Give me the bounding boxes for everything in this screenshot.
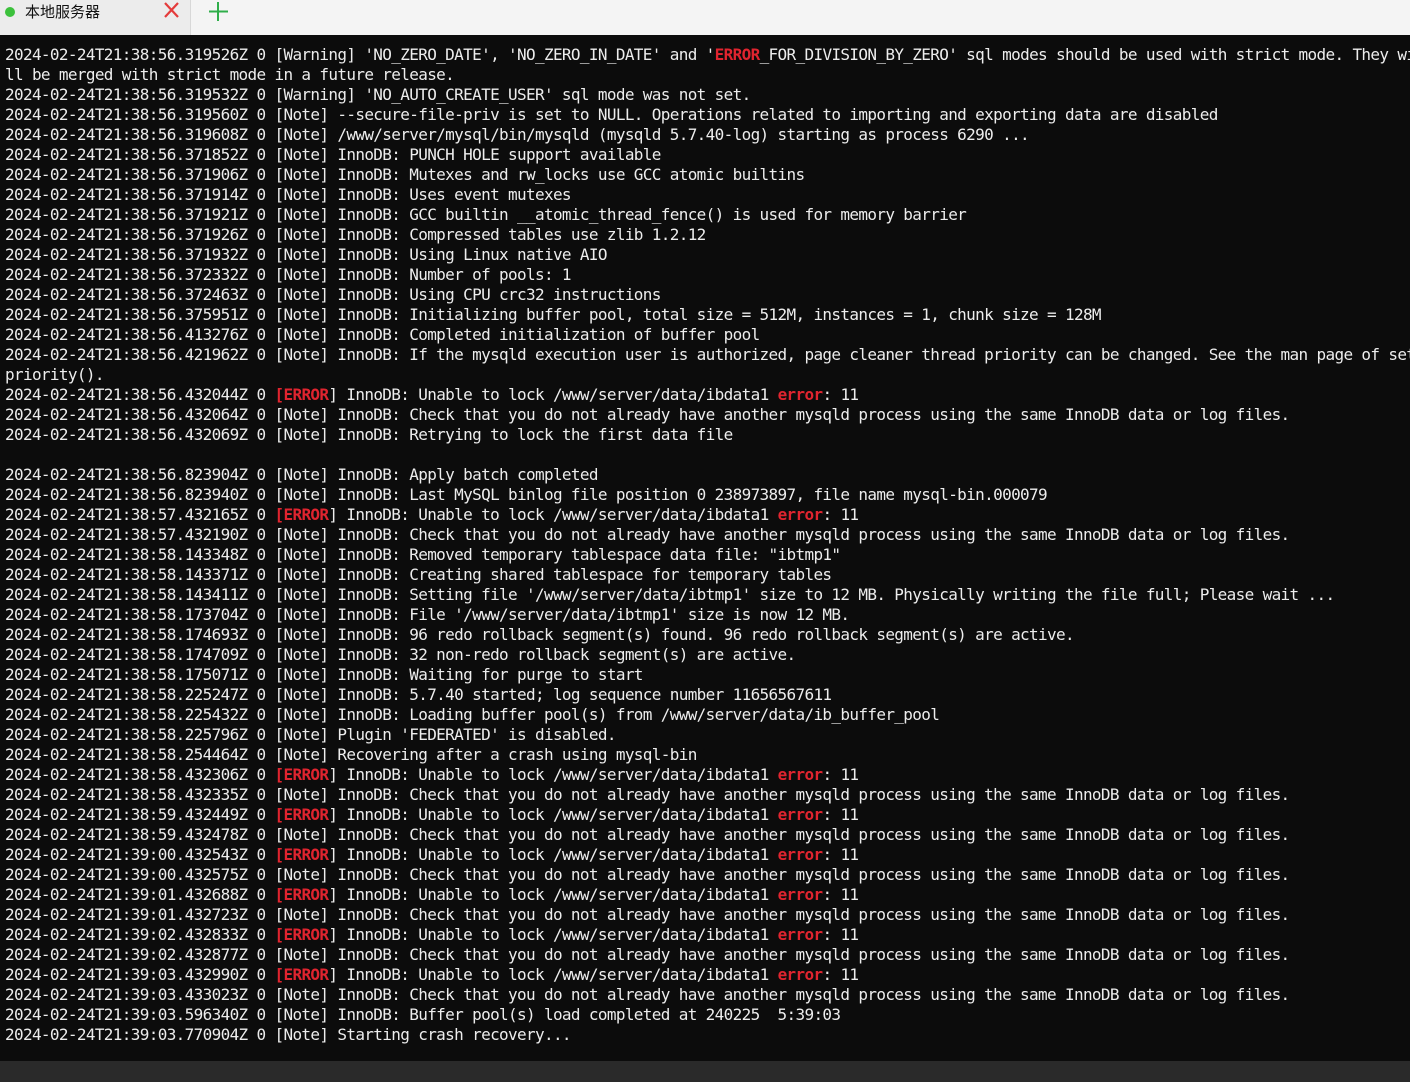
log-line: 2024-02-24T21:39:03.770904Z 0 [Note] Sta… <box>5 1025 572 1044</box>
log-line: 2024-02-24T21:38:58.432306Z 0 [ERROR] In… <box>5 765 859 784</box>
log-line: 2024-02-24T21:38:57.432190Z 0 [Note] Inn… <box>5 525 1290 544</box>
log-line: 2024-02-24T21:38:56.319526Z 0 [Warning] … <box>5 45 1410 64</box>
error-keyword: ERROR <box>714 45 761 64</box>
error-keyword: error <box>777 805 824 824</box>
error-keyword: error <box>777 965 824 984</box>
log-line: 2024-02-24T21:38:56.372332Z 0 [Note] Inn… <box>5 265 572 284</box>
log-line: 2024-02-24T21:38:58.173704Z 0 [Note] Inn… <box>5 605 850 624</box>
error-keyword: [ERROR <box>274 965 330 984</box>
error-keyword: [ERROR <box>274 505 330 524</box>
log-line: 2024-02-24T21:38:57.432165Z 0 [ERROR] In… <box>5 505 859 524</box>
log-line: 2024-02-24T21:38:58.143411Z 0 [Note] Inn… <box>5 585 1335 604</box>
error-keyword: error <box>777 385 824 404</box>
log-line: 2024-02-24T21:38:56.371906Z 0 [Note] Inn… <box>5 165 805 184</box>
connection-status-icon <box>5 7 15 17</box>
log-line: 2024-02-24T21:38:59.432449Z 0 [ERROR] In… <box>5 805 859 824</box>
log-line: 2024-02-24T21:39:01.432688Z 0 [ERROR] In… <box>5 885 859 904</box>
log-line: 2024-02-24T21:38:56.371914Z 0 [Note] Inn… <box>5 185 572 204</box>
log-line: 2024-02-24T21:38:56.371852Z 0 [Note] Inn… <box>5 145 661 164</box>
log-line: 2024-02-24T21:38:58.143348Z 0 [Note] Inn… <box>5 545 841 564</box>
log-line: 2024-02-24T21:38:56.371926Z 0 [Note] Inn… <box>5 225 706 244</box>
log-line: 2024-02-24T21:38:56.372463Z 0 [Note] Inn… <box>5 285 661 304</box>
log-line: 2024-02-24T21:38:56.432044Z 0 [ERROR] In… <box>5 385 859 404</box>
log-line: 2024-02-24T21:38:56.319608Z 0 [Note] /ww… <box>5 125 1030 144</box>
log-line: 2024-02-24T21:38:58.225247Z 0 [Note] Inn… <box>5 685 832 704</box>
log-line: 2024-02-24T21:38:56.432064Z 0 [Note] Inn… <box>5 405 1290 424</box>
log-line: 2024-02-24T21:38:58.432335Z 0 [Note] Inn… <box>5 785 1290 804</box>
error-keyword: error <box>777 885 824 904</box>
log-line: 2024-02-24T21:38:56.823940Z 0 [Note] Inn… <box>5 485 1048 504</box>
error-keyword: error <box>777 845 824 864</box>
log-line: 2024-02-24T21:38:59.432478Z 0 [Note] Inn… <box>5 825 1290 844</box>
log-line: 2024-02-24T21:38:56.823904Z 0 [Note] Inn… <box>5 465 599 484</box>
error-keyword: [ERROR <box>274 925 330 944</box>
log-line: 2024-02-24T21:38:56.371921Z 0 [Note] Inn… <box>5 205 967 224</box>
log-line: ll be merged with strict mode in a futur… <box>5 65 455 84</box>
log-line: 2024-02-24T21:38:56.375951Z 0 [Note] Inn… <box>5 305 1102 324</box>
log-line: 2024-02-24T21:38:56.371932Z 0 [Note] Inn… <box>5 245 608 264</box>
log-line: 2024-02-24T21:38:58.225432Z 0 [Note] Inn… <box>5 705 940 724</box>
log-line: 2024-02-24T21:39:03.433023Z 0 [Note] Inn… <box>5 985 1290 1004</box>
log-line: 2024-02-24T21:38:56.413276Z 0 [Note] Inn… <box>5 325 760 344</box>
log-line: 2024-02-24T21:38:56.421962Z 0 [Note] Inn… <box>5 345 1410 364</box>
log-line: 2024-02-24T21:38:58.175071Z 0 [Note] Inn… <box>5 665 643 684</box>
log-lines: 2024-02-24T21:38:56.319526Z 0 [Warning] … <box>5 45 1410 1045</box>
log-line: 2024-02-24T21:38:58.225796Z 0 [Note] Plu… <box>5 725 616 744</box>
log-line: 2024-02-24T21:39:03.432990Z 0 [ERROR] In… <box>5 965 859 984</box>
tab-local-server[interactable]: 本地服务器 <box>0 0 191 35</box>
log-line: priority(). <box>5 365 104 384</box>
error-keyword: [ERROR <box>274 765 330 784</box>
error-keyword: [ERROR <box>274 845 330 864</box>
plus-icon[interactable] <box>206 0 230 24</box>
tab-bar: 本地服务器 <box>0 0 1410 35</box>
error-keyword: [ERROR <box>274 385 330 404</box>
terminal-bottom-border <box>0 1061 1410 1082</box>
tab-label: 本地服务器 <box>25 3 101 21</box>
log-line: 2024-02-24T21:38:56.432069Z 0 [Note] Inn… <box>5 425 733 444</box>
error-keyword: [ERROR <box>274 885 330 904</box>
error-keyword: error <box>777 505 824 524</box>
error-keyword: error <box>777 925 824 944</box>
log-line: 2024-02-24T21:39:02.432877Z 0 [Note] Inn… <box>5 945 1290 964</box>
log-line: 2024-02-24T21:39:02.432833Z 0 [ERROR] In… <box>5 925 859 944</box>
log-line: 2024-02-24T21:39:00.432543Z 0 [ERROR] In… <box>5 845 859 864</box>
close-icon[interactable] <box>161 0 183 22</box>
error-keyword: error <box>777 765 824 784</box>
terminal-output[interactable]: 2024-02-24T21:38:56.319526Z 0 [Warning] … <box>0 35 1410 1061</box>
log-line: 2024-02-24T21:38:58.254464Z 0 [Note] Rec… <box>5 745 697 764</box>
log-line: 2024-02-24T21:38:58.143371Z 0 [Note] Inn… <box>5 565 832 584</box>
log-line: 2024-02-24T21:38:58.174693Z 0 [Note] Inn… <box>5 625 1075 644</box>
log-line: 2024-02-24T21:38:58.174709Z 0 [Note] Inn… <box>5 645 796 664</box>
log-line: 2024-02-24T21:38:56.319560Z 0 [Note] --s… <box>5 105 1218 124</box>
log-line: 2024-02-24T21:39:00.432575Z 0 [Note] Inn… <box>5 865 1290 884</box>
log-line: 2024-02-24T21:39:01.432723Z 0 [Note] Inn… <box>5 905 1290 924</box>
log-line: 2024-02-24T21:38:56.319532Z 0 [Warning] … <box>5 85 751 104</box>
log-line: 2024-02-24T21:39:03.596340Z 0 [Note] Inn… <box>5 1005 841 1024</box>
error-keyword: [ERROR <box>274 805 330 824</box>
